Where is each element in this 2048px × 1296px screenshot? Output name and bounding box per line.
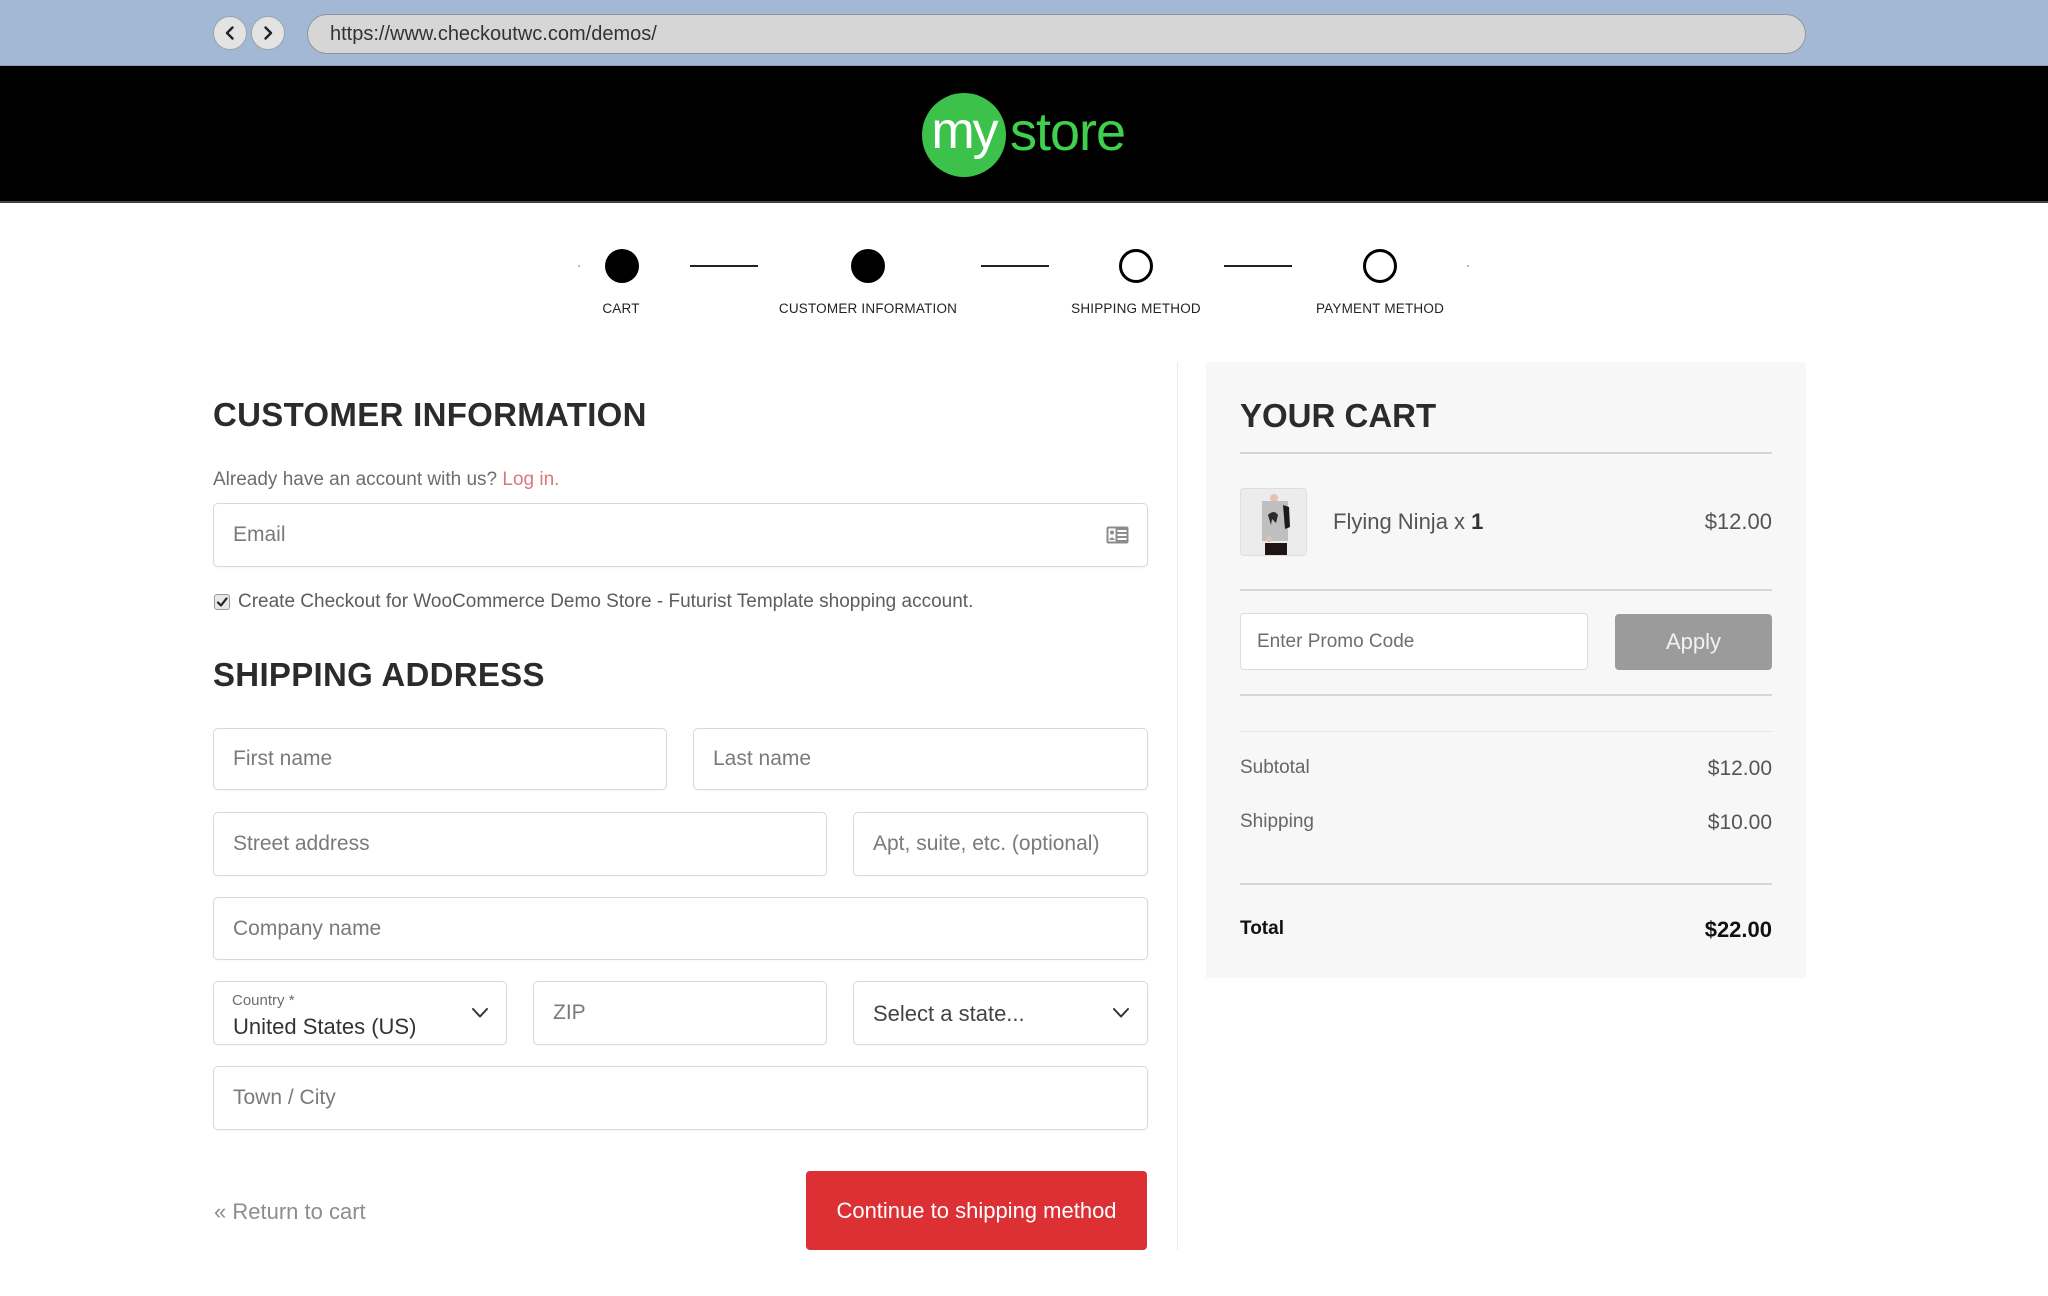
product-thumbnail bbox=[1240, 488, 1307, 556]
email-input[interactable] bbox=[214, 504, 1147, 566]
create-account-option: Create Checkout for WooCommerce Demo Sto… bbox=[214, 591, 973, 613]
promo-code-field bbox=[1240, 613, 1588, 670]
column-divider bbox=[1177, 362, 1178, 1250]
step-dot-customer-information bbox=[851, 249, 885, 283]
divider bbox=[1240, 694, 1772, 696]
apply-promo-button[interactable]: Apply bbox=[1615, 614, 1772, 670]
customer-information-heading: CUSTOMER INFORMATION bbox=[213, 396, 647, 433]
total-value: $22.00 bbox=[1704, 917, 1772, 942]
state-placeholder: Select a state... bbox=[873, 1001, 1025, 1026]
item-name-text: Flying Ninja x bbox=[1333, 509, 1472, 534]
login-link[interactable]: Log in. bbox=[502, 469, 559, 490]
store-logo[interactable]: my store bbox=[922, 92, 1126, 178]
step-dot-shipping-method bbox=[1119, 249, 1153, 283]
create-account-checkbox[interactable] bbox=[214, 594, 230, 610]
last-name-field bbox=[693, 728, 1148, 790]
last-name-input[interactable] bbox=[694, 729, 1147, 789]
country-select[interactable]: Country * United States (US) bbox=[213, 981, 507, 1045]
street-address-field bbox=[213, 812, 827, 876]
forward-button[interactable] bbox=[251, 16, 285, 50]
step-label-shipping-method: SHIPPING METHOD bbox=[1071, 301, 1201, 316]
city-input[interactable] bbox=[214, 1067, 1147, 1129]
item-name: Flying Ninja x 1 bbox=[1333, 509, 1483, 535]
logo-circle: my bbox=[922, 93, 1006, 177]
chevron-left-icon bbox=[225, 26, 234, 40]
logo-text: store bbox=[1010, 102, 1126, 162]
contact-card-icon bbox=[1106, 526, 1129, 544]
country-label: Country * bbox=[232, 992, 295, 1009]
continue-to-shipping-button[interactable]: Continue to shipping method bbox=[806, 1171, 1147, 1250]
subtotal-value: $12.00 bbox=[1707, 757, 1772, 780]
divider bbox=[1240, 731, 1772, 732]
step-dot-payment-method bbox=[1363, 249, 1397, 283]
step-label-customer-information: CUSTOMER INFORMATION bbox=[778, 301, 958, 316]
total-label: Total bbox=[1240, 918, 1284, 939]
company-field bbox=[213, 897, 1148, 960]
subtotal-label: Subtotal bbox=[1240, 757, 1310, 778]
step-tick-start bbox=[578, 265, 580, 267]
step-connector bbox=[1224, 265, 1292, 267]
url-text: https://www.checkoutwc.com/demos/ bbox=[330, 22, 657, 45]
item-quantity: 1 bbox=[1471, 509, 1484, 534]
shipping-value: $10.00 bbox=[1707, 811, 1772, 834]
zip-input[interactable] bbox=[534, 982, 826, 1044]
cart-summary: YOUR CART Flying Ninja x 1 $12.00 Apply … bbox=[1206, 362, 1806, 978]
promo-code-input[interactable] bbox=[1241, 614, 1587, 669]
product-image-icon bbox=[1241, 489, 1306, 555]
address-bar[interactable]: https://www.checkoutwc.com/demos/ bbox=[307, 14, 1806, 54]
store-header: my store bbox=[0, 66, 2048, 203]
step-dot-cart[interactable] bbox=[605, 249, 639, 283]
divider bbox=[1240, 589, 1772, 591]
divider bbox=[1240, 452, 1772, 454]
apt-field bbox=[853, 812, 1148, 876]
login-prompt-text: Already have an account with us? bbox=[213, 469, 498, 490]
chevron-down-icon bbox=[1113, 1008, 1129, 1018]
apt-input[interactable] bbox=[854, 813, 1147, 875]
step-label-payment-method: PAYMENT METHOD bbox=[1315, 301, 1445, 316]
company-input[interactable] bbox=[214, 898, 1147, 959]
first-name-field bbox=[213, 728, 667, 790]
checkmark-icon bbox=[216, 597, 228, 607]
divider bbox=[1240, 883, 1772, 885]
chevron-right-icon bbox=[264, 26, 273, 40]
shipping-label: Shipping bbox=[1240, 811, 1314, 832]
shipping-address-heading: SHIPPING ADDRESS bbox=[213, 656, 545, 693]
create-account-label: Create Checkout for WooCommerce Demo Sto… bbox=[238, 591, 974, 612]
cart-heading: YOUR CART bbox=[1240, 397, 1437, 434]
back-button[interactable] bbox=[213, 16, 247, 50]
country-value: United States (US) bbox=[233, 1014, 417, 1039]
state-select[interactable]: Select a state... bbox=[853, 981, 1148, 1045]
first-name-input[interactable] bbox=[214, 729, 666, 789]
login-prompt: Already have an account with us? Log in. bbox=[213, 469, 559, 491]
step-connector bbox=[981, 265, 1049, 267]
chevron-down-icon bbox=[472, 1008, 488, 1018]
email-field-wrapper bbox=[213, 503, 1148, 567]
step-label-cart[interactable]: CART bbox=[602, 301, 639, 316]
return-to-cart-link[interactable]: « Return to cart bbox=[214, 1199, 366, 1225]
browser-toolbar: https://www.checkoutwc.com/demos/ bbox=[0, 0, 2048, 66]
step-tick-end bbox=[1467, 265, 1469, 267]
step-connector bbox=[690, 265, 758, 267]
item-price: $12.00 bbox=[1704, 509, 1772, 534]
zip-field bbox=[533, 981, 827, 1045]
city-field bbox=[213, 1066, 1148, 1130]
street-address-input[interactable] bbox=[214, 813, 826, 875]
